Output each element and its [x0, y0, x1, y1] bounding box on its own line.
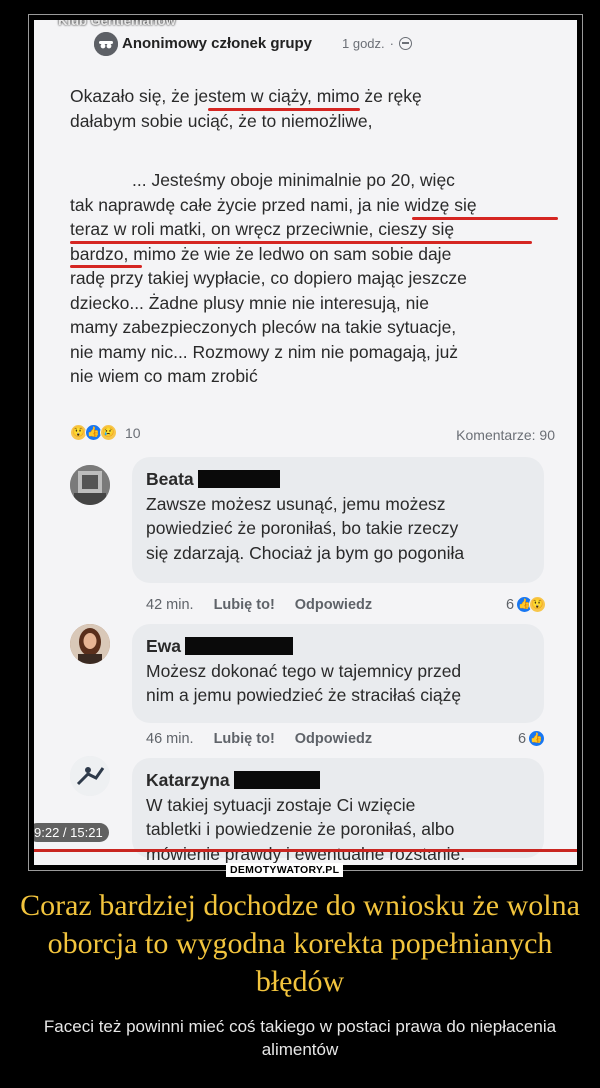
post-time[interactable]: 1 godz. — [342, 36, 385, 51]
comment-line: Możesz dokonać tego w tajemnicy przed — [146, 660, 462, 681]
site-watermark: DEMOTYWATORY.PL — [226, 863, 344, 877]
comment-bubble: Ewa Możesz dokonać tego w tajemnicy prze… — [132, 624, 544, 723]
comment-reactions-count: 6 — [518, 730, 527, 747]
separator-dot: · — [389, 36, 394, 51]
comment-author-name: Katarzyna — [146, 770, 230, 790]
avatar[interactable] — [70, 624, 110, 664]
comment-line: mówienie prawdy i ewentualne rozstanie. — [146, 843, 466, 864]
comment-author[interactable]: Beata — [146, 467, 530, 492]
reply-button[interactable]: Odpowiedz — [295, 731, 372, 747]
video-progress-bar[interactable] — [34, 849, 577, 852]
comment-actions: 42 min. Lubię to! Odpowiedz — [146, 597, 372, 613]
sad-reaction-icon: 😢 — [100, 424, 117, 441]
reply-button[interactable]: Odpowiedz — [295, 597, 372, 613]
red-underline — [70, 265, 142, 268]
comment-bubble: Katarzyna W takiej sytuacji zostaje Ci w… — [132, 758, 544, 864]
comment-time[interactable]: 42 min. — [146, 597, 194, 613]
like-button[interactable]: Lubię to! — [214, 597, 275, 613]
post-line: radę przy takiej wypłacie, co dopiero ma… — [70, 268, 467, 288]
video-timestamp: 9:22 / 15:21 — [34, 823, 109, 842]
post-line: ... Jesteśmy oboje minimalnie po 20, wię… — [132, 170, 455, 190]
anonymous-avatar-icon — [94, 32, 118, 56]
post-line: nie mamy nic... Rozmowy z nim nie pomaga… — [70, 341, 459, 362]
caption-title: Coraz bardziej dochodze do wniosku że wo… — [20, 889, 580, 998]
comment-actions: 46 min. Lubię to! Odpowiedz — [146, 731, 372, 747]
comment-reactions-count: 6 — [506, 596, 515, 613]
like-button[interactable]: Lubię to! — [214, 731, 275, 747]
post-line: dałabym sobie uciąć, że to niemożliwe, — [70, 110, 373, 131]
wow-reaction-icon: 😲 — [529, 596, 547, 613]
comment-line: nim a jemu powiedzieć że straciłaś ciążę — [146, 685, 462, 705]
post-author[interactable]: Anonimowy członek grupy — [122, 35, 312, 52]
comment-line: się zdarzają. Chociaż ja bym go pogoniła — [146, 542, 465, 563]
post-meta: 1 godz. · — [342, 36, 412, 51]
comment-reactions[interactable]: 6 👍 😲 — [506, 596, 547, 613]
comment-reactions[interactable]: 6 👍 — [518, 730, 546, 747]
post-line: mamy zabezpieczonych pleców na takie syt… — [70, 317, 457, 337]
comment-line: powiedzieć że poroniłaś, bo takie rzeczy — [146, 518, 459, 538]
redaction-bar — [197, 470, 280, 489]
post-line: bardzo, mimo że wie że ledwo on sam sobi… — [70, 243, 452, 264]
red-underline — [208, 108, 360, 111]
comment-author[interactable]: Ewa — [146, 634, 530, 659]
post-line: teraz w roli matki, on wręcz przeciwnie,… — [70, 219, 455, 239]
comment-line: W takiej sytuacji zostaje Ci wzięcie — [146, 794, 416, 815]
demotivator-frame: Klub Gentlemanów Anonimowy członek grupy… — [28, 14, 583, 871]
post-line: nie wiem co mam zrobić — [70, 366, 258, 386]
post-paragraph-2: ... Jesteśmy oboje minimalnie po 20, wię… — [70, 168, 570, 389]
comment-line: tabletki i powiedzenie że poroniłaś, alb… — [146, 819, 455, 839]
group-name: Klub Gentlemanów — [58, 20, 176, 28]
comment-author[interactable]: Katarzyna — [146, 768, 530, 793]
globe-icon — [399, 37, 412, 50]
redaction-bar — [185, 637, 294, 656]
post-line: tak naprawdę całe życie przed nami, ja n… — [70, 194, 477, 215]
caption-subtitle: Faceci też powinni mieć coś takiego w po… — [43, 1017, 557, 1059]
red-underline — [412, 217, 558, 220]
facebook-post-screenshot: Klub Gentlemanów Anonimowy członek grupy… — [34, 20, 577, 865]
comment-bubble: Beata Zawsze możesz usunąć, jemu możesz … — [132, 457, 544, 583]
comment-author-name: Beata — [146, 469, 194, 489]
post-line: Okazało się, że jestem w ciąży, mimo że … — [70, 86, 422, 106]
post-reactions[interactable]: 😲 👍 😢 10 — [70, 424, 141, 441]
avatar[interactable] — [70, 465, 110, 505]
comment-time[interactable]: 46 min. — [146, 731, 194, 747]
comment-line: Zawsze możesz usunąć, jemu możesz — [146, 493, 446, 514]
comment-author-name: Ewa — [146, 636, 182, 656]
redaction-bar — [233, 771, 320, 790]
red-underline — [70, 241, 532, 244]
like-reaction-icon: 👍 — [528, 730, 546, 747]
avatar[interactable] — [70, 756, 110, 796]
post-line: dziecko... Żadne plusy mnie nie interesu… — [70, 292, 429, 313]
reactions-count: 10 — [125, 424, 141, 441]
comments-count[interactable]: Komentarze: 90 — [456, 427, 555, 443]
